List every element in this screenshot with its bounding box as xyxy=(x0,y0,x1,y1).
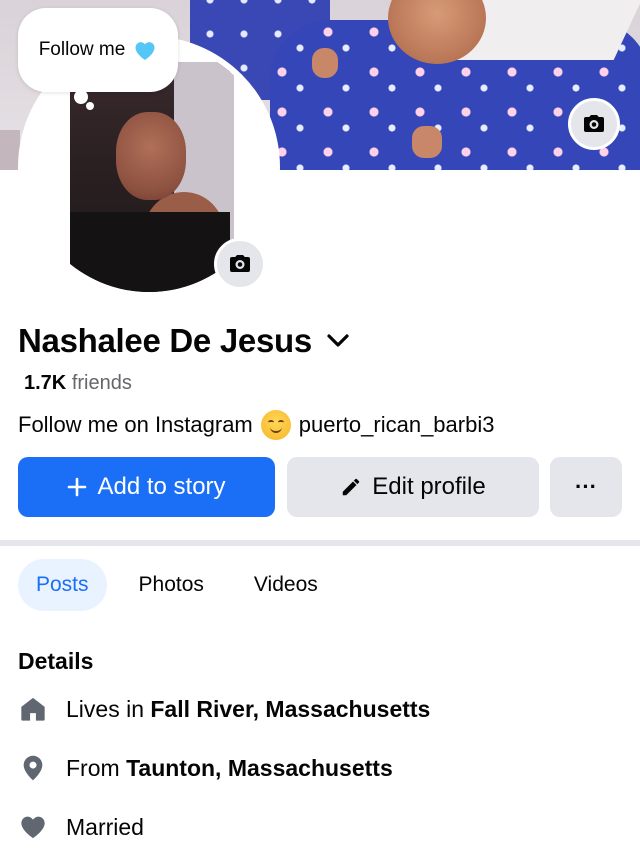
details-heading: Details xyxy=(18,648,94,674)
cover-photo-detail xyxy=(0,130,20,170)
tab-photos[interactable]: Photos xyxy=(121,559,222,611)
edit-cover-photo-button[interactable] xyxy=(568,98,620,150)
friends-count[interactable]: 1.7K friends xyxy=(24,372,132,395)
friends-number: 1.7K xyxy=(24,372,67,394)
heart-icon xyxy=(18,812,48,842)
home-icon xyxy=(18,694,48,724)
profile-bio: Follow me on Instagram puerto_rican_barb… xyxy=(18,410,494,440)
tab-posts[interactable]: Posts xyxy=(18,559,107,611)
note-text: Follow me xyxy=(38,39,126,60)
edit-profile-label: Edit profile xyxy=(372,473,486,500)
add-to-story-button[interactable]: Add to story xyxy=(18,457,275,517)
profile-name: Nashalee De Jesus xyxy=(18,322,312,359)
chevron-down-icon[interactable] xyxy=(326,333,350,349)
add-to-story-label: Add to story xyxy=(97,473,226,500)
profile-picture-detail xyxy=(116,112,186,200)
section-divider xyxy=(0,540,640,546)
profile-picture-detail xyxy=(70,212,230,292)
detail-place: Taunton, Massachusetts xyxy=(126,754,393,781)
detail-text: Lives in Fall River, Massachusetts xyxy=(66,696,430,723)
detail-prefix: Lives in xyxy=(66,695,144,722)
pencil-icon xyxy=(343,478,360,496)
camera-icon xyxy=(584,115,604,132)
bubble-tail xyxy=(86,102,94,110)
detail-place: Fall River, Massachusetts xyxy=(150,695,431,722)
cover-photo-detail xyxy=(412,126,442,158)
bubble-tail xyxy=(74,90,88,104)
friends-label: friends xyxy=(71,372,132,394)
profile-note-bubble[interactable]: Follow me xyxy=(18,8,178,92)
smiling-emoji-icon xyxy=(260,410,291,440)
edit-profile-picture-button[interactable] xyxy=(214,238,266,290)
location-pin-icon xyxy=(18,753,48,783)
more-options-button[interactable]: ··· xyxy=(550,457,622,517)
heart-icon xyxy=(135,42,155,60)
cover-photo-detail xyxy=(312,48,338,78)
detail-lives-in[interactable]: Lives in Fall River, Massachusetts xyxy=(18,694,430,724)
more-options-label: ··· xyxy=(575,474,597,499)
profile-name-row[interactable]: Nashalee De Jesus xyxy=(18,322,350,360)
detail-from[interactable]: From Taunton, Massachusetts xyxy=(18,753,393,783)
edit-profile-button[interactable]: Edit profile xyxy=(287,457,539,517)
detail-prefix: From xyxy=(66,754,120,781)
bio-handle: puerto_rican_barbi3 xyxy=(298,412,495,437)
tab-videos[interactable]: Videos xyxy=(236,559,336,611)
plus-icon xyxy=(68,477,87,497)
relationship-status: Married xyxy=(66,813,144,840)
detail-relationship[interactable]: Married xyxy=(18,812,144,842)
detail-text: From Taunton, Massachusetts xyxy=(66,755,393,782)
bio-text: Follow me on Instagram xyxy=(18,412,253,437)
camera-icon xyxy=(230,255,250,272)
profile-tabs: Posts Photos Videos xyxy=(18,559,336,611)
